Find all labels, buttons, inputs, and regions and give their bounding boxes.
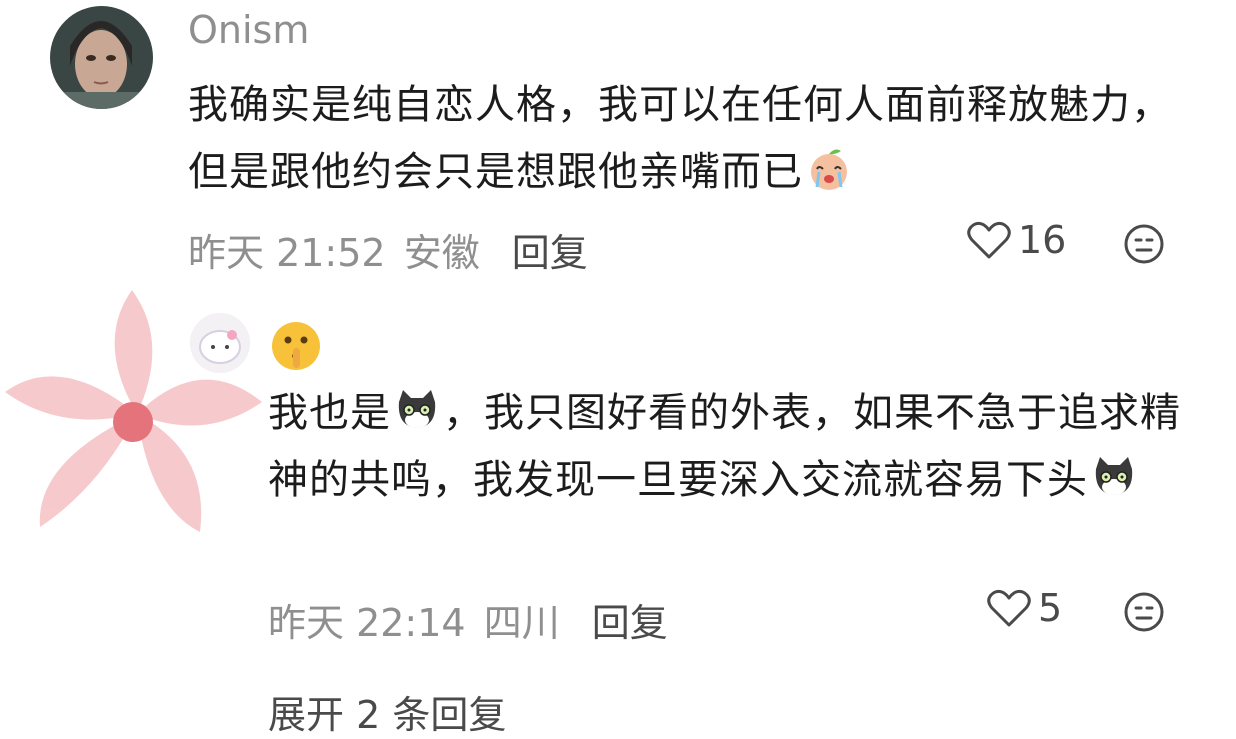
expand-replies-link[interactable]: 展开 2 条回复 <box>268 684 506 739</box>
comment-meta: 昨天 22:14 四川 回复 <box>268 592 674 647</box>
user-avatar[interactable] <box>50 6 153 109</box>
heart-outline-icon <box>987 589 1031 627</box>
user-avatar[interactable] <box>190 313 250 373</box>
shushing-face-emoji <box>272 322 320 370</box>
heart-outline-icon <box>967 221 1011 259</box>
comment-location: 安徽 <box>403 231 480 275</box>
comment-item: Onism 我确实是纯自恋人格，我可以在任何人面前释放魅力，但是跟他约会只是想跟… <box>0 0 1236 285</box>
dazed-cat-emoji <box>1095 457 1133 495</box>
comment-text: 我也是 ，我只图好看的外表，如果不急于追求精神的共鸣，我发现一旦要深入交流就容易下… <box>268 380 1208 514</box>
meh-face-icon[interactable] <box>1124 592 1164 632</box>
username[interactable]: Onism <box>188 8 309 52</box>
like-count: 5 <box>1038 586 1063 630</box>
reply-button[interactable]: 回复 <box>592 601 668 645</box>
reply-button[interactable]: 回复 <box>512 231 588 275</box>
crying-peach-emoji <box>811 149 847 190</box>
comment-meta: 昨天 21:52 安徽 回复 <box>188 222 594 277</box>
dazed-cat-emoji <box>398 390 436 428</box>
comment-time: 昨天 22:14 <box>268 601 466 645</box>
like-button[interactable]: 16 <box>966 218 1066 262</box>
comment-location: 四川 <box>483 601 560 645</box>
like-count: 16 <box>1018 218 1067 262</box>
comment-text: 我确实是纯自恋人格，我可以在任何人面前释放魅力，但是跟他约会只是想跟他亲嘴而已 <box>188 82 1172 195</box>
meh-face-icon[interactable] <box>1124 224 1164 264</box>
comment-time: 昨天 21:52 <box>188 231 386 275</box>
like-button[interactable]: 5 <box>986 586 1062 630</box>
